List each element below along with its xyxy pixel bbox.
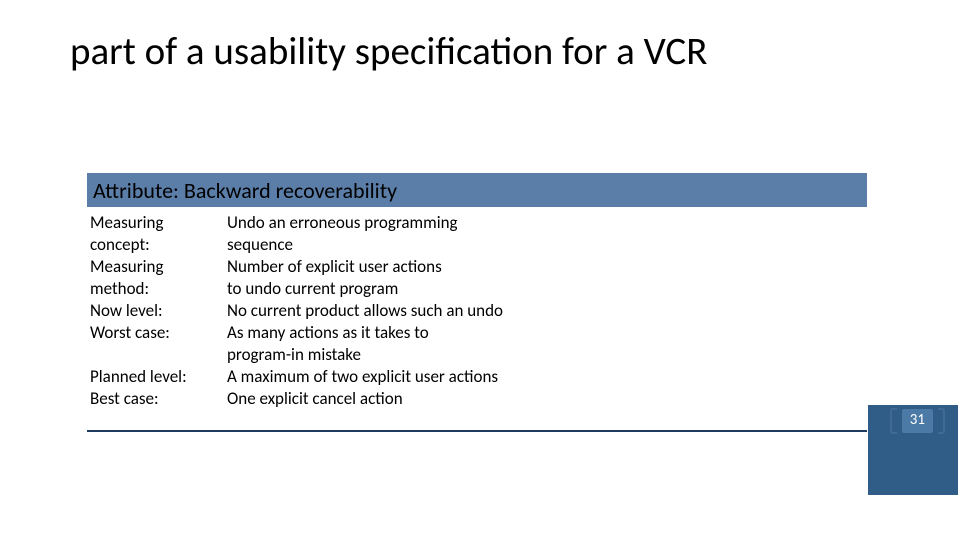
attribute-band: Attribute: Backward recoverability [87, 173, 867, 207]
table-row: Now level: No current product allows suc… [90, 300, 865, 322]
page-number-badge: 31 [889, 407, 946, 435]
row-value: Undo an erroneous programmingsequence [224, 212, 865, 256]
row-label: Worst case: [90, 322, 224, 344]
row-label: Best case: [90, 388, 224, 410]
table-row: Planned level: A maximum of two explicit… [90, 366, 865, 388]
row-value: One explicit cancel action [224, 388, 865, 410]
spec-table: Measuring concept: Undo an erroneous pro… [90, 212, 865, 410]
page-title: part of a usability specification for a … [70, 28, 707, 75]
bracket-right-icon [936, 407, 946, 435]
row-label: Planned level: [90, 366, 224, 388]
page-number: 31 [902, 409, 933, 433]
table-row: Worst case: As many actions as it takes … [90, 322, 865, 366]
slide: part of a usability specification for a … [0, 0, 960, 540]
row-value: Number of explicit user actionsto undo c… [224, 256, 865, 300]
row-value: No current product allows such an undo [224, 300, 865, 322]
table-row: Measuring concept: Undo an erroneous pro… [90, 212, 865, 256]
row-value: A maximum of two explicit user actions [224, 366, 865, 388]
row-value: As many actions as it takes toprogram-in… [224, 322, 865, 366]
table-row: Best case: One explicit cancel action [90, 388, 865, 410]
table-row: Measuring method: Number of explicit use… [90, 256, 865, 300]
row-label: Measuring method: [90, 256, 224, 300]
row-label: Now level: [90, 300, 224, 322]
horizontal-rule [87, 430, 867, 432]
row-label: Measuring concept: [90, 212, 224, 256]
attribute-text: Attribute: Backward recoverability [93, 177, 397, 204]
bracket-left-icon [889, 407, 899, 435]
